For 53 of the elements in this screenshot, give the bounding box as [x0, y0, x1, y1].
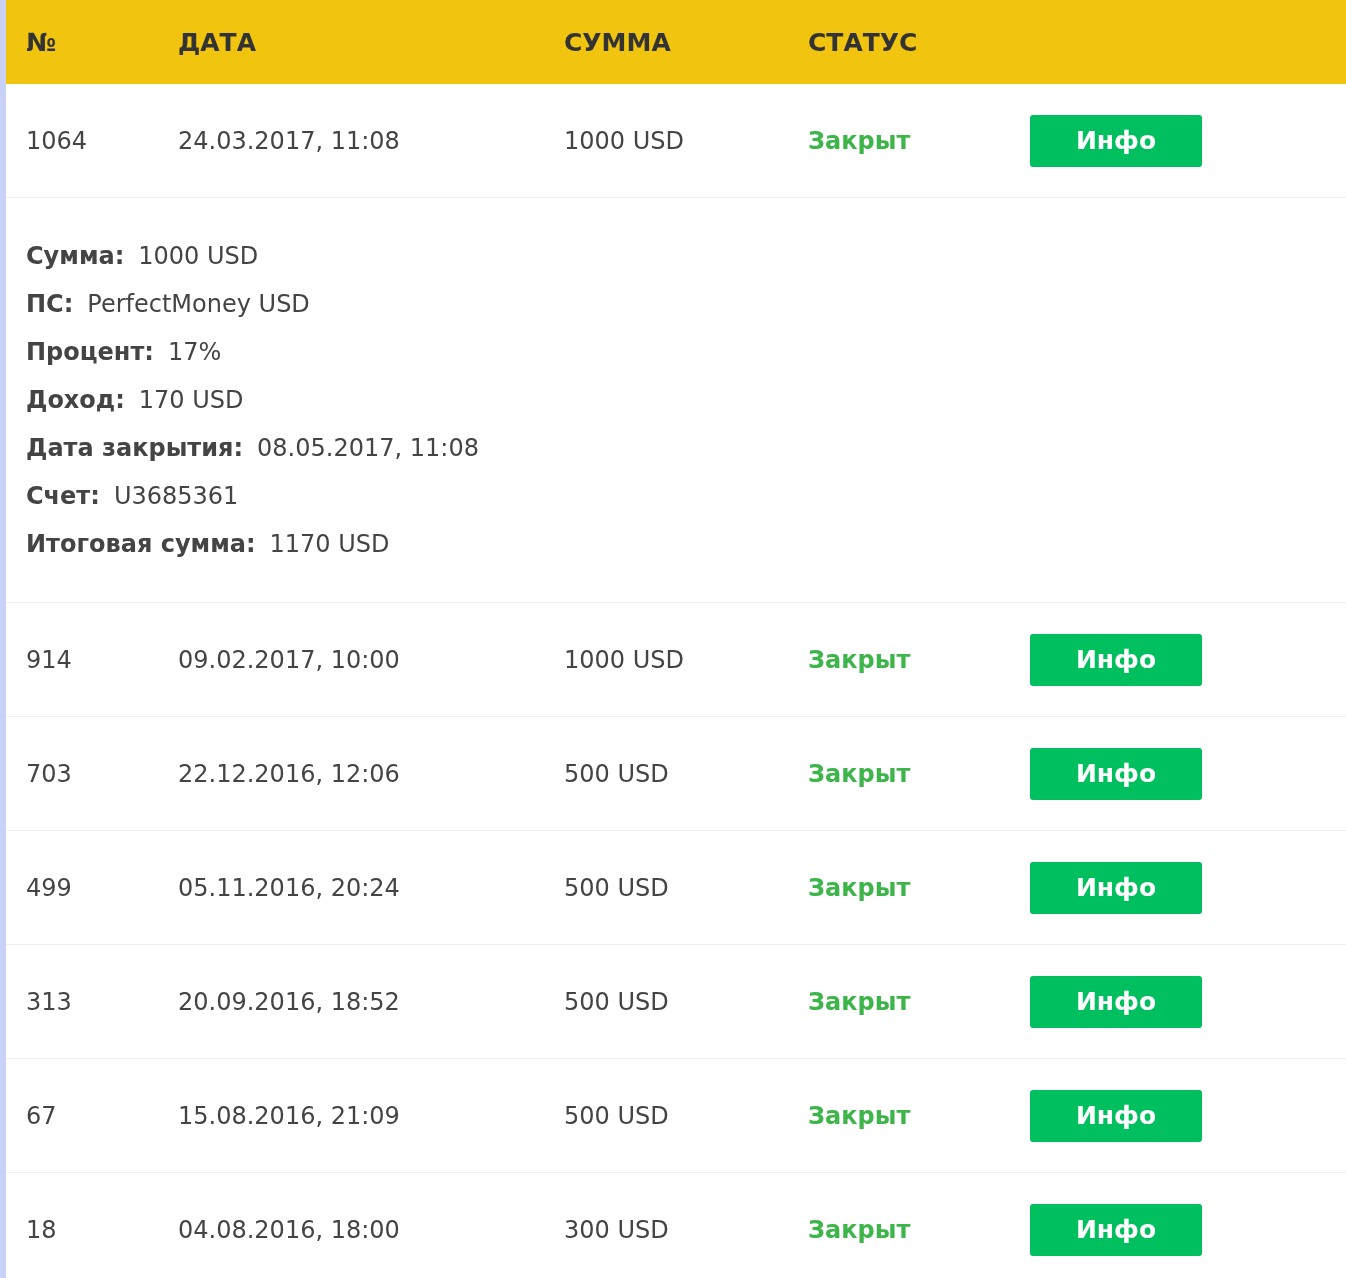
detail-label: Процент:	[26, 338, 154, 366]
detail-label: Сумма:	[26, 242, 125, 270]
table-cell-text: 18	[26, 1215, 58, 1244]
info-button[interactable]: Инфо	[1030, 633, 1202, 686]
detail-label: ПС:	[26, 290, 74, 318]
detail-value: 1000 USD	[138, 242, 259, 270]
status-text: Закрыт	[808, 873, 912, 902]
table-cell-text: 500 USD	[564, 1101, 670, 1130]
status-text: Закрыт	[808, 987, 912, 1016]
table-cell-text: 300 USD	[564, 1215, 670, 1244]
detail-value: 170 USD	[138, 386, 244, 414]
table-cell-text: 15.08.2016, 21:09	[178, 1101, 401, 1130]
detail-label: Доход:	[26, 386, 125, 414]
table-cell-text: 500 USD	[564, 759, 670, 788]
info-button[interactable]: Инфо	[1030, 861, 1202, 914]
table-cell-text: 20.09.2016, 18:52	[178, 987, 401, 1016]
column-header: ДАТА	[178, 27, 257, 57]
table-cell-text: 22.12.2016, 12:06	[178, 759, 401, 788]
table-cell-text: 703	[26, 759, 73, 788]
detail-value: 1170 USD	[269, 530, 390, 558]
status-text: Закрыт	[808, 1215, 912, 1244]
table-cell-text: 05.11.2016, 20:24	[178, 873, 401, 902]
table-cell-text: 67	[26, 1101, 58, 1130]
detail-value: 08.05.2017, 11:08	[257, 434, 479, 462]
table-cell-text: 500 USD	[564, 873, 670, 902]
table-cell-text: 500 USD	[564, 987, 670, 1016]
table-cell-text: 24.03.2017, 11:08	[178, 126, 401, 155]
info-button[interactable]: Инфо	[1030, 975, 1202, 1028]
info-button[interactable]: Инфо	[1030, 1089, 1202, 1142]
column-header: СТАТУС	[808, 27, 919, 57]
status-text: Закрыт	[808, 1101, 912, 1130]
info-button[interactable]: Инфо	[1030, 1203, 1202, 1256]
table-cell-text: 09.02.2017, 10:00	[178, 645, 401, 674]
status-text: Закрыт	[808, 759, 912, 788]
table-cell-text: 1000 USD	[564, 126, 685, 155]
status-text: Закрыт	[808, 645, 912, 674]
info-button[interactable]: Инфо	[1030, 747, 1202, 800]
table-cell-text: 313	[26, 987, 73, 1016]
detail-value: 17%	[167, 338, 222, 366]
detail-label: Счет:	[26, 482, 100, 510]
detail-value: PerfectMoney USD	[87, 290, 310, 318]
column-header: СУММА	[564, 27, 672, 57]
detail-label: Дата закрытия:	[26, 434, 244, 462]
status-text: Закрыт	[808, 126, 912, 155]
column-header: №	[26, 27, 58, 57]
info-button[interactable]: Инфо	[1030, 114, 1202, 167]
table-cell-text: 914	[26, 645, 73, 674]
table-cell-text: 1064	[26, 126, 89, 155]
table-cell-text: 499	[26, 873, 73, 902]
table-cell-text: 1000 USD	[564, 645, 685, 674]
detail-value: U3685361	[113, 482, 239, 510]
detail-label: Итоговая сумма:	[26, 530, 256, 558]
table-cell-text: 04.08.2016, 18:00	[178, 1215, 401, 1244]
